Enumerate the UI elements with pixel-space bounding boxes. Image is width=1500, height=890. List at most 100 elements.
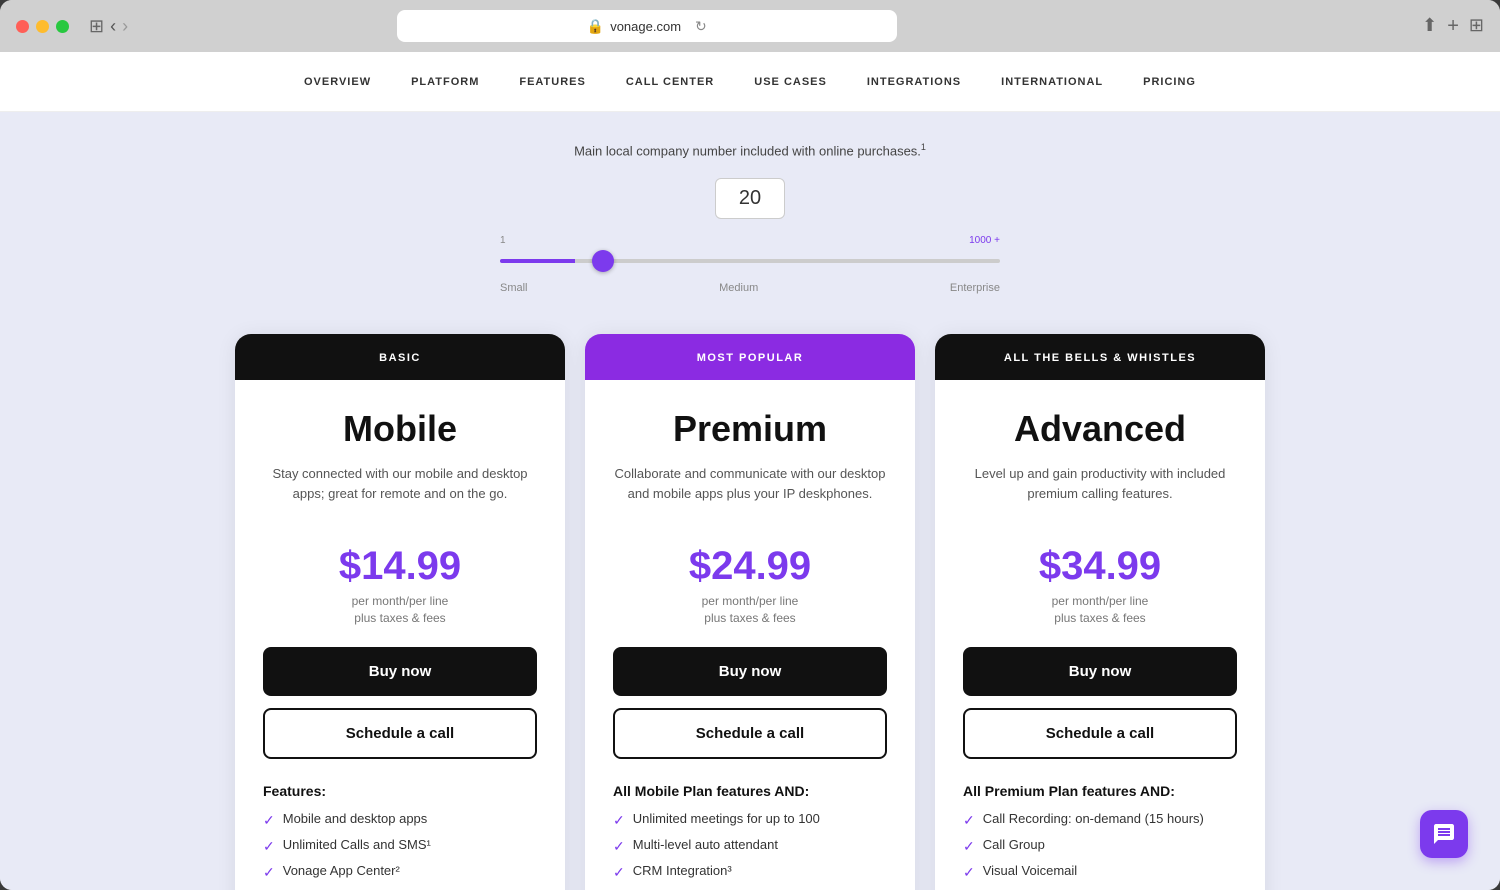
plan-name-premium: Premium: [673, 408, 827, 450]
reload-icon[interactable]: ↻: [695, 18, 707, 35]
features-section-basic: Features: ✓ Mobile and desktop apps ✓ Un…: [263, 783, 537, 890]
nav-item-international[interactable]: INTERNATIONAL: [1001, 76, 1103, 88]
nav-item-platform[interactable]: PLATFORM: [411, 76, 479, 88]
slider-range-labels: Small Medium Enterprise: [500, 282, 1000, 294]
features-section-premium: All Mobile Plan features AND: ✓ Unlimite…: [613, 783, 887, 890]
schedule-call-button-advanced[interactable]: Schedule a call: [963, 708, 1237, 759]
card-header-premium: MOST POPULAR: [585, 334, 915, 380]
new-tab-icon[interactable]: +: [1447, 15, 1459, 38]
feature-text: Visual Voicemail: [983, 863, 1077, 878]
nav-item-features[interactable]: FEATURES: [519, 76, 585, 88]
feature-text: Call Group: [983, 837, 1045, 852]
plan-description-basic: Stay connected with our mobile and deskt…: [263, 464, 537, 524]
feature-text: Vonage App Center²: [283, 863, 400, 878]
plan-name-basic: Mobile: [343, 408, 457, 450]
slider-container[interactable]: [500, 250, 1000, 268]
feature-item: ✓ Mobile and desktop apps: [263, 811, 537, 829]
advanced-header-label: ALL THE BELLS & WHISTLES: [1004, 352, 1196, 364]
plan-price-sub-basic: per month/per line plus taxes & fees: [352, 593, 449, 627]
page-subtitle: Main local company number included with …: [574, 142, 926, 158]
card-body-premium: Premium Collaborate and communicate with…: [585, 380, 915, 890]
main-content: Main local company number included with …: [0, 112, 1500, 890]
check-icon: ✓: [613, 838, 625, 855]
check-icon: ✓: [613, 864, 625, 881]
nav-item-overview[interactable]: OVERVIEW: [304, 76, 371, 88]
plan-price-premium: $24.99: [689, 544, 811, 589]
premium-header-label: MOST POPULAR: [697, 352, 804, 364]
sidebar-toggle-icon[interactable]: ⊞: [89, 16, 104, 37]
check-icon: ✓: [963, 812, 975, 829]
card-premium: MOST POPULAR Premium Collaborate and com…: [585, 334, 915, 890]
schedule-call-button-premium[interactable]: Schedule a call: [613, 708, 887, 759]
address-bar[interactable]: 🔒 vonage.com ↻: [397, 10, 897, 42]
feature-item: ✓ Vonage App Center²: [263, 863, 537, 881]
nav-item-call-center[interactable]: CALL CENTER: [626, 76, 714, 88]
schedule-call-button-basic[interactable]: Schedule a call: [263, 708, 537, 759]
nav-item-pricing[interactable]: PRICING: [1143, 76, 1196, 88]
check-icon: ✓: [263, 838, 275, 855]
chat-bubble-button[interactable]: [1420, 810, 1468, 858]
check-icon: ✓: [963, 864, 975, 881]
plan-price-sub-premium: per month/per line plus taxes & fees: [702, 593, 799, 627]
card-header-advanced: ALL THE BELLS & WHISTLES: [935, 334, 1265, 380]
label-small: Small: [500, 282, 528, 294]
features-title-premium: All Mobile Plan features AND:: [613, 783, 887, 799]
feature-text: Multi-level auto attendant: [633, 837, 778, 852]
minimize-button[interactable]: [36, 20, 49, 33]
slider-min-label: 1: [500, 235, 506, 246]
seats-slider[interactable]: [500, 259, 1000, 263]
nav-item-use-cases[interactable]: USE CASES: [754, 76, 827, 88]
forward-icon[interactable]: ›: [122, 16, 128, 37]
feature-item: ✓ Call Group: [963, 837, 1237, 855]
check-icon: ✓: [613, 812, 625, 829]
url-display: vonage.com: [610, 19, 681, 34]
plan-price-sub-advanced: per month/per line plus taxes & fees: [1052, 593, 1149, 627]
slider-max-label: 1000 +: [969, 235, 1000, 246]
feature-item: ✓ Unlimited Calls and SMS¹: [263, 837, 537, 855]
feature-item: ✓ Call Recording: on-demand (15 hours): [963, 811, 1237, 829]
main-nav: OVERVIEW PLATFORM FEATURES CALL CENTER U…: [0, 52, 1500, 112]
plan-price-basic: $14.99: [339, 544, 461, 589]
label-medium: Medium: [719, 282, 758, 294]
features-section-advanced: All Premium Plan features AND: ✓ Call Re…: [963, 783, 1237, 889]
feature-item: ✓ CRM Integration³: [613, 863, 887, 881]
pricing-cards: BASIC Mobile Stay connected with our mob…: [200, 334, 1300, 890]
buy-now-button-advanced[interactable]: Buy now: [963, 647, 1237, 696]
slider-section: 20 1 1000 + Small Medium Enterprise: [500, 178, 1000, 294]
card-body-basic: Mobile Stay connected with our mobile an…: [235, 380, 565, 890]
share-icon[interactable]: ⬆: [1422, 15, 1437, 38]
feature-text: Unlimited meetings for up to 100: [633, 811, 820, 826]
browser-controls: ⊞ ‹ ›: [89, 16, 128, 37]
seats-display: 20: [715, 178, 785, 219]
security-icon: 🔒: [587, 18, 604, 35]
nav-item-integrations[interactable]: INTEGRATIONS: [867, 76, 961, 88]
features-title-advanced: All Premium Plan features AND:: [963, 783, 1237, 799]
label-enterprise: Enterprise: [950, 282, 1000, 294]
buy-now-button-premium[interactable]: Buy now: [613, 647, 887, 696]
features-title-basic: Features:: [263, 783, 537, 799]
back-icon[interactable]: ‹: [110, 16, 116, 37]
feature-item: ✓ Unlimited meetings for up to 100: [613, 811, 887, 829]
buy-now-button-basic[interactable]: Buy now: [263, 647, 537, 696]
feature-item: ✓ Multi-level auto attendant: [613, 837, 887, 855]
browser-actions: ⬆ + ⊞: [1422, 15, 1484, 38]
check-icon: ✓: [963, 838, 975, 855]
close-button[interactable]: [16, 20, 29, 33]
card-advanced: ALL THE BELLS & WHISTLES Advanced Level …: [935, 334, 1265, 890]
maximize-button[interactable]: [56, 20, 69, 33]
browser-titlebar: ⊞ ‹ › 🔒 vonage.com ↻ ⬆ + ⊞: [0, 0, 1500, 52]
browser-content: OVERVIEW PLATFORM FEATURES CALL CENTER U…: [0, 52, 1500, 890]
traffic-lights: [16, 20, 69, 33]
plan-name-advanced: Advanced: [1014, 408, 1186, 450]
plan-description-premium: Collaborate and communicate with our des…: [613, 464, 887, 524]
card-body-advanced: Advanced Level up and gain productivity …: [935, 380, 1265, 890]
check-icon: ✓: [263, 864, 275, 881]
card-basic: BASIC Mobile Stay connected with our mob…: [235, 334, 565, 890]
check-icon: ✓: [263, 812, 275, 829]
basic-header-label: BASIC: [379, 352, 421, 364]
feature-text: Call Recording: on-demand (15 hours): [983, 811, 1204, 826]
grid-icon[interactable]: ⊞: [1469, 15, 1484, 38]
feature-text: Unlimited Calls and SMS¹: [283, 837, 431, 852]
feature-text: CRM Integration³: [633, 863, 732, 878]
feature-text: Mobile and desktop apps: [283, 811, 428, 826]
